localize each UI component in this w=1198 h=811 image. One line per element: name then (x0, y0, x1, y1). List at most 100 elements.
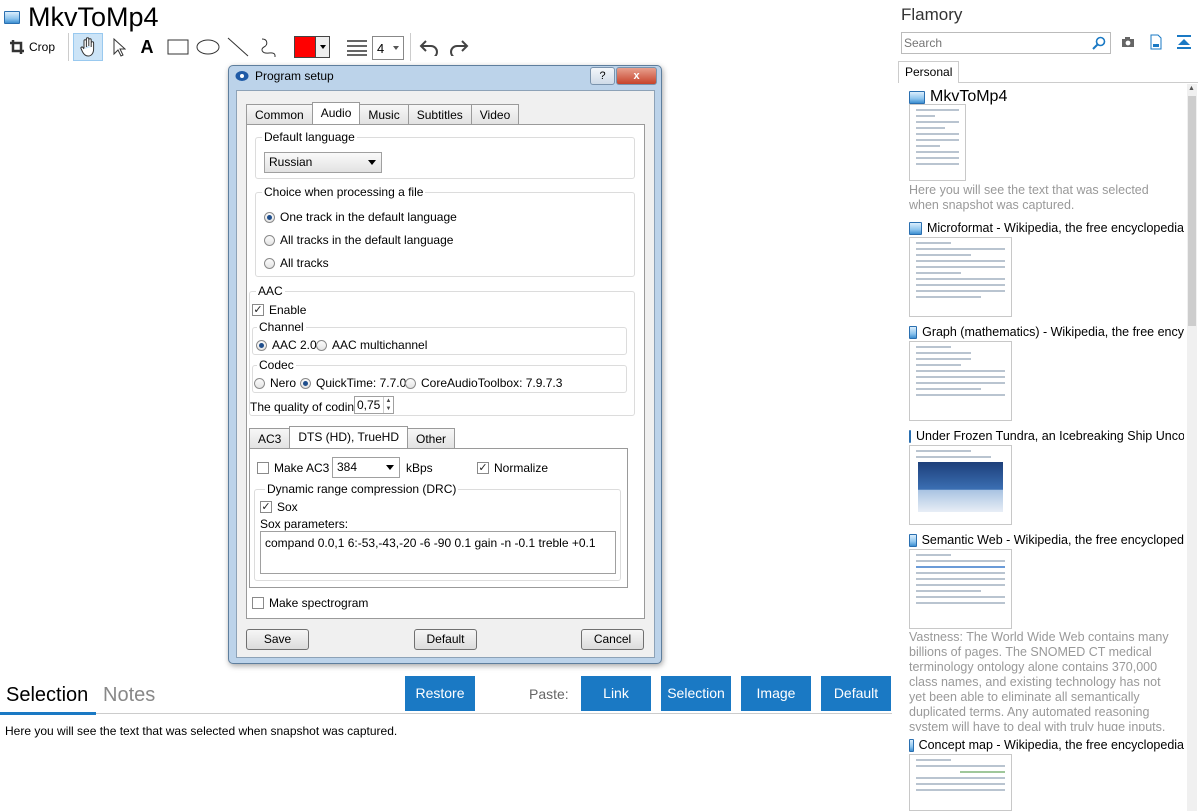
sox-params-textarea[interactable]: compand 0.0,1 6:-53,-43,-20 -6 -90 0.1 g… (260, 531, 616, 574)
freehand-tool-button[interactable] (256, 33, 280, 61)
tab-music[interactable]: Music (359, 104, 409, 124)
color-picker[interactable] (292, 33, 332, 61)
subtab-dts[interactable]: DTS (HD), TrueHD (289, 426, 409, 448)
default-button[interactable]: Default (414, 629, 477, 650)
bitrate-unit: kBps (406, 461, 433, 475)
snapshot-thumbnail[interactable] (909, 341, 1012, 421)
snapshot-thumbnail[interactable] (909, 104, 966, 181)
quality-value: 0,75 (357, 398, 381, 412)
collapse-icon[interactable] (1176, 34, 1192, 50)
card-title: Microformat - Wikipedia, the free encycl… (926, 221, 1184, 235)
redo-button[interactable] (446, 33, 472, 61)
make-spectrogram-checkbox[interactable]: Make spectrogram (252, 596, 368, 610)
search-input[interactable] (902, 33, 1082, 53)
radio-all-tracks-default[interactable]: All tracks in the default language (264, 233, 453, 247)
radio-aac-2-0[interactable]: AAC 2.0 (256, 338, 317, 352)
crop-label: Crop (28, 40, 55, 54)
tab-audio[interactable]: Audio (311, 102, 361, 124)
search-box[interactable] (901, 32, 1111, 54)
program-setup-dialog: Program setup ? x Common Audio Music Sub… (228, 65, 662, 664)
bitrate-select[interactable]: 384 (332, 457, 400, 478)
tab-notes[interactable]: Notes (103, 684, 155, 707)
snapshot-card[interactable]: Graph (mathematics) - Wikipedia, the fre… (909, 325, 1184, 339)
text-tool-button[interactable]: A (135, 33, 159, 61)
camera-icon[interactable] (1121, 36, 1135, 48)
scroll-up-icon[interactable]: ▲ (1188, 85, 1195, 92)
radio-icon (316, 339, 327, 351)
paste-default-button[interactable]: Default (821, 676, 891, 711)
save-button[interactable]: Save (246, 629, 309, 650)
make-ac3-checkbox[interactable]: Make AC3 (257, 461, 329, 475)
rectangle-tool-button[interactable] (165, 33, 191, 61)
help-button[interactable]: ? (590, 67, 615, 85)
rectangle-icon (167, 39, 189, 55)
checkbox-label: Sox (277, 500, 298, 514)
dialog-title: Program setup (255, 69, 334, 83)
scrollbar-thumb[interactable] (1188, 96, 1196, 326)
radio-icon (405, 377, 416, 389)
snapshot-thumbnail[interactable] (909, 549, 1012, 629)
default-language-select[interactable]: Russian (264, 152, 382, 173)
drc-group: Dynamic range compression (DRC) ✓ Sox Sox… (254, 482, 621, 581)
line-width-value: 4 (377, 40, 385, 56)
app-title: MkvToMp4 (28, 2, 159, 32)
document-icon[interactable] (1150, 34, 1162, 50)
select-tool-button[interactable] (107, 33, 131, 61)
tab-subtitles[interactable]: Subtitles (407, 104, 472, 124)
snapshot-card[interactable]: Microformat - Wikipedia, the free encycl… (909, 221, 1184, 235)
subtab-ac3[interactable]: AC3 (249, 428, 291, 448)
radio-coreaudiotoolbox[interactable]: CoreAudioToolbox: 7.9.7.3 (405, 376, 562, 390)
window-icon (909, 325, 918, 339)
radio-all-tracks[interactable]: All tracks (264, 256, 329, 270)
line-icon (227, 37, 249, 57)
dialog-caption: Program setup (235, 69, 334, 83)
quality-label: The quality of coding (250, 400, 361, 414)
snapshot-thumbnail[interactable] (909, 237, 1012, 317)
spinner-arrows-icon: ▲ ▼ (383, 397, 393, 413)
radio-label: All tracks in the default language (280, 233, 454, 247)
sox-params-label: Sox parameters: (260, 517, 349, 531)
search-icon[interactable] (1092, 36, 1106, 50)
paste-selection-button[interactable]: Selection (661, 676, 731, 711)
undo-button[interactable] (416, 33, 442, 61)
tab-selection[interactable]: Selection (6, 684, 88, 707)
tab-video[interactable]: Video (470, 104, 520, 124)
paste-image-button[interactable]: Image (741, 676, 811, 711)
close-icon: x (633, 70, 640, 82)
card-title: Graph (mathematics) - Wikipedia, the fre… (922, 325, 1184, 339)
subtab-other[interactable]: Other (407, 428, 456, 448)
snapshot-thumbnail[interactable] (909, 445, 1012, 525)
paste-link-button[interactable]: Link (581, 676, 651, 711)
hand-icon (80, 37, 95, 57)
snapshot-card[interactable]: Concept map - Wikipedia, the free encycl… (909, 738, 1184, 752)
snapshot-card[interactable]: Under Frozen Tundra, an Icebreaking Ship… (909, 429, 1184, 443)
normalize-checkbox[interactable]: ✓ Normalize (477, 461, 548, 475)
tab-personal[interactable]: Personal (898, 61, 959, 83)
window-icon (909, 221, 922, 235)
restore-button[interactable]: Restore (405, 676, 475, 711)
dts-panel: Make AC3 384 kBps ✓ Normalize Dynamic ran… (249, 448, 628, 588)
tab-common[interactable]: Common (246, 104, 313, 124)
radio-aac-multichannel[interactable]: AAC multichannel (316, 338, 427, 352)
card-title: Concept map - Wikipedia, the free encycl… (918, 738, 1184, 752)
quality-spinner[interactable]: 0,75 ▲ ▼ (354, 396, 394, 414)
ellipse-tool-button[interactable] (194, 33, 222, 61)
line-width-select[interactable]: 4 (372, 36, 404, 60)
crop-button[interactable]: Crop (6, 33, 58, 61)
undo-icon (419, 40, 438, 56)
sidebar-scrollbar[interactable]: ▲ (1187, 84, 1197, 811)
snapshot-card[interactable]: Semantic Web - Wikipedia, the free encyc… (909, 533, 1184, 547)
snapshot-thumbnail[interactable] (909, 754, 1012, 811)
radio-quicktime[interactable]: QuickTime: 7.7.0 (300, 376, 406, 390)
cancel-button[interactable]: Cancel (581, 629, 644, 650)
close-button[interactable]: x (616, 67, 657, 85)
line-tool-button[interactable] (226, 33, 250, 61)
card-description: Vastness: The World Wide Web contains ma… (909, 630, 1169, 731)
aac-enable-checkbox[interactable]: ✓ Enable (252, 303, 306, 317)
channel-group: Channel AAC 2.0 AAC multichannel (252, 320, 627, 355)
hand-tool-button[interactable] (73, 33, 103, 61)
sox-checkbox[interactable]: ✓ Sox (260, 500, 298, 514)
radio-nero[interactable]: Nero (254, 376, 296, 390)
radio-one-track[interactable]: One track in the default language (264, 210, 457, 224)
window-icon (909, 533, 917, 547)
